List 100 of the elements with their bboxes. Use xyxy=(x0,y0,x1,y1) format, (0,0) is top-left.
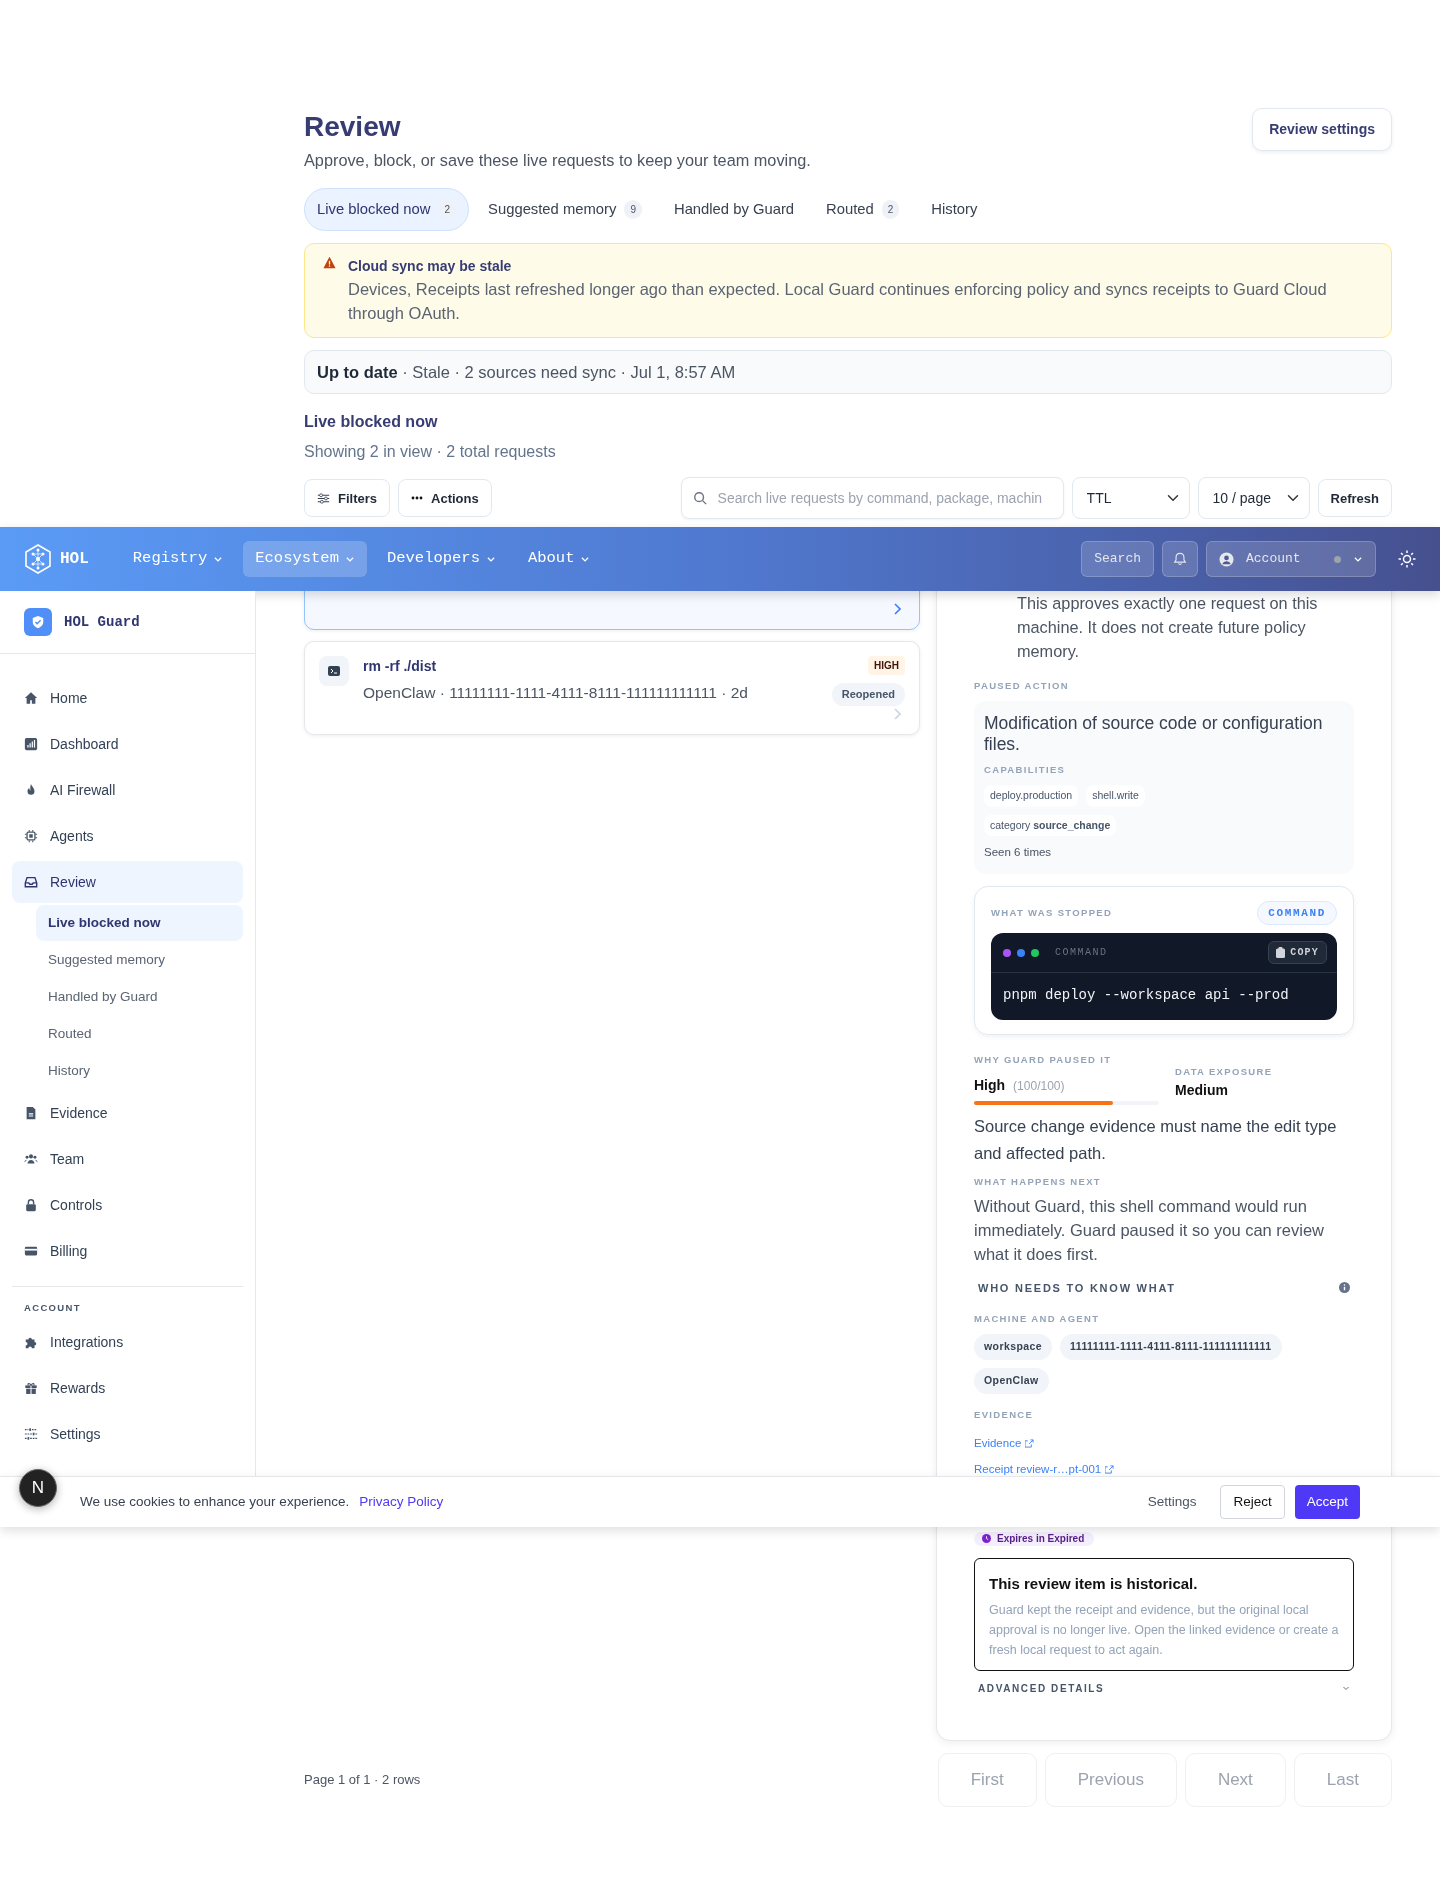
advanced-details-toggle[interactable]: ADVANCED DETAILS xyxy=(974,1670,1354,1696)
sidebar-item[interactable]: Dashboard xyxy=(12,721,243,767)
shield-logo-icon xyxy=(24,608,52,636)
sliders-icon xyxy=(317,491,330,505)
section-title: Live blocked now xyxy=(304,412,439,433)
sidebar-item[interactable]: AI Firewall xyxy=(12,767,243,813)
sidebar-item[interactable]: Evidence xyxy=(12,1090,243,1136)
cookie-message: We use cookies to enhance your experience. xyxy=(80,1492,350,1511)
command-text: pnpm deploy --workspace api --prod xyxy=(1002,986,1290,1006)
sync-status: Up to date · Stale · 2 sources need sync · Jul 1, 8:57 AM xyxy=(304,349,1392,395)
actions-button[interactable]: Actions xyxy=(398,479,492,518)
exposure-label: DATA EXPOSURE xyxy=(1175,1065,1273,1080)
privacy-policy-link[interactable]: Privacy Policy xyxy=(359,1491,444,1513)
approval-note: This approves exactly one request on this machine. It does not create future policy memory. xyxy=(1016,593,1319,663)
accept-button[interactable]: Accept xyxy=(1294,1484,1360,1520)
page-subtitle: Approve, block, or save these live requests to keep your team moving. xyxy=(304,150,811,171)
sidebar-subitem[interactable]: Handled by Guard xyxy=(36,979,243,1015)
count-badge: 2 xyxy=(438,200,457,220)
chevron-down-icon xyxy=(344,554,355,564)
search-icon xyxy=(692,491,707,506)
request-card[interactable]: rm -rf ./dist OpenClaw · 11111111-1111-4111-8111-111111111111 · 2d HIGH Reopened xyxy=(304,641,920,736)
sidebar-subitem[interactable]: History xyxy=(36,1053,243,1089)
chip-icon xyxy=(24,829,38,843)
sidebar-item[interactable]: Controls xyxy=(12,1182,243,1228)
chevron-down-icon xyxy=(1342,1684,1350,1693)
tab[interactable]: Routed 2 xyxy=(813,188,913,231)
machine-chip: workspace xyxy=(974,1334,1053,1361)
info-icon xyxy=(1339,1282,1350,1294)
next-steps-text: Without Guard, this shell command would run immediately. Guard paused it so you can review what it does first. xyxy=(974,1195,1326,1265)
tab[interactable]: Suggested memory 9 xyxy=(475,188,655,231)
chart-icon xyxy=(24,737,38,751)
account-menu[interactable]: Account xyxy=(1206,541,1376,577)
sidebar-subitem[interactable]: Live blocked now xyxy=(36,905,243,941)
chevron-right-icon xyxy=(893,603,901,616)
card-icon xyxy=(24,1244,38,1258)
machine-chip: 11111111-1111-4111-8111-111111111111 xyxy=(1060,1334,1282,1361)
sidebar-item[interactable]: Rewards xyxy=(12,1365,243,1412)
terminal-icon xyxy=(319,656,349,687)
reject-button[interactable]: Reject xyxy=(1220,1484,1285,1520)
nav-menu[interactable]: About xyxy=(515,541,603,577)
type-badge: COMMAND xyxy=(1257,900,1337,926)
chevron-right-icon xyxy=(893,708,901,721)
alert-title: Cloud sync may be stale xyxy=(348,256,513,276)
evidence-link[interactable]: Receipt review-r…pt-001 xyxy=(974,1461,1115,1479)
people-icon xyxy=(24,1152,38,1166)
filters-button[interactable]: Filters xyxy=(304,479,390,518)
chevron-down-icon xyxy=(580,554,591,564)
sidebar-subitem[interactable]: Suggested memory xyxy=(36,942,243,978)
sidebar-item[interactable]: Review xyxy=(12,861,243,903)
window-dot xyxy=(1031,948,1039,957)
risk-rating: High xyxy=(974,1076,1006,1096)
review-settings-button[interactable]: Review settings xyxy=(1252,108,1392,151)
refresh-button[interactable]: Refresh xyxy=(1317,479,1392,518)
window-dot xyxy=(1003,948,1011,957)
page-summary: Page 1 of 1 · 2 rows xyxy=(304,1770,421,1789)
card-label: WHAT WAS STOPPED xyxy=(991,905,1113,920)
sun-icon[interactable] xyxy=(1398,550,1416,568)
tab[interactable]: History xyxy=(918,188,991,231)
document-icon xyxy=(24,1106,38,1120)
section-label: WHAT HAPPENS NEXT xyxy=(974,1175,1102,1190)
ttl-select[interactable]: TTL xyxy=(1071,477,1190,520)
gift-icon xyxy=(24,1381,38,1396)
tab[interactable]: Handled by Guard xyxy=(660,188,808,231)
clipboard-icon xyxy=(1276,947,1286,959)
seen-count: Seen 6 times xyxy=(984,845,1053,861)
notice-text: Guard kept the receipt and evidence, but the original local approval is no longer live. Open the linked evidence or create a fresh local request to act again. xyxy=(989,1601,1339,1659)
brand-name: HOL xyxy=(60,549,89,570)
action-description: Modification of source code or configuration files. xyxy=(984,712,1324,755)
count-badge: 9 xyxy=(624,200,642,220)
sidebar-item[interactable]: Settings xyxy=(12,1411,243,1458)
section-label: PAUSED ACTION xyxy=(974,679,1070,694)
sidebar-brand: HOL Guard xyxy=(64,612,140,632)
section-label: WHY GUARD PAUSED IT xyxy=(974,1053,1113,1068)
nav-menu[interactable]: Developers xyxy=(374,541,508,577)
sidebar-item[interactable]: Team xyxy=(12,1136,243,1182)
copy-button[interactable]: COPY xyxy=(1268,941,1327,965)
sidebar-item[interactable]: Billing xyxy=(12,1228,243,1274)
sidebar-item[interactable]: Home xyxy=(12,675,243,721)
sidebar-item[interactable]: Agents xyxy=(12,813,243,859)
status-dot xyxy=(1334,555,1341,563)
tab[interactable]: Live blocked now 2 xyxy=(304,188,470,231)
expiry-badge: Expires in Expired xyxy=(974,1531,1095,1546)
risk-badge: HIGH xyxy=(868,656,905,676)
window-dot xyxy=(1017,948,1025,957)
section-heading: WHO NEEDS TO KNOW WHAT xyxy=(978,1280,1176,1296)
evidence-link[interactable]: Evidence xyxy=(974,1435,1035,1453)
sidebar-heading: ACCOUNT xyxy=(23,1301,82,1315)
page-size-select[interactable]: 10 / page xyxy=(1197,477,1310,520)
capabilities-label: CAPABILITIES xyxy=(984,762,1067,777)
notifications-button[interactable] xyxy=(1162,541,1198,577)
cookie-settings-button[interactable]: Settings xyxy=(1133,1485,1211,1519)
chevron-down-icon xyxy=(1353,554,1363,564)
bell-icon xyxy=(1173,552,1187,566)
sidebar-subitem[interactable]: Routed xyxy=(36,1016,243,1052)
alert-message: Devices, Receipts last refreshed longer ago than expected. Local Guard continues enforcing policy and syncs receipts to Guard Cloud through OAuth. xyxy=(348,278,1328,324)
sidebar-item[interactable]: Integrations xyxy=(12,1319,243,1366)
tray-icon xyxy=(24,875,38,889)
search-field[interactable]: Search live requests by command, package, machin xyxy=(680,477,1064,520)
section-label: MACHINE AND AGENT xyxy=(974,1312,1101,1327)
chevron-down-icon xyxy=(485,554,496,564)
